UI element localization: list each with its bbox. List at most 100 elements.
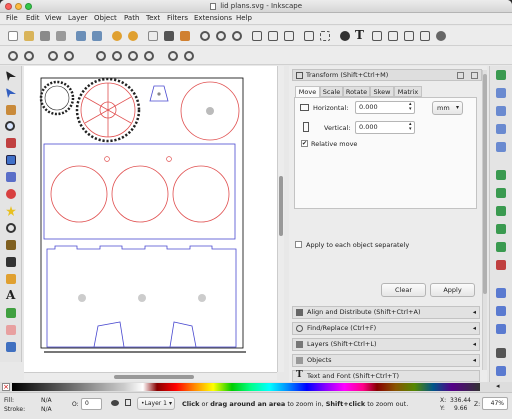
new-document-icon[interactable] [8,31,18,41]
close-window-button[interactable] [5,3,12,10]
snap-paths-icon[interactable] [496,188,506,198]
zoom-in-icon[interactable] [8,51,18,61]
panel-layers[interactable]: Layers (Shift+Ctrl+L) ◂ [292,338,480,351]
canvas-vertical-scrollbar[interactable] [277,66,284,372]
paste-icon[interactable] [180,31,190,41]
snap-bbox-corner-icon[interactable] [496,124,506,134]
tab-scale[interactable]: Scale [320,86,343,97]
dock-scroll-thumb[interactable] [483,74,487,294]
lock-icon[interactable] [125,399,131,406]
horizontal-field[interactable]: 0.000 [355,101,415,114]
rectangle-tool-icon[interactable] [6,155,16,165]
zoom-1-1-icon[interactable] [48,51,58,61]
menu-help[interactable]: Help [236,14,252,22]
clone-icon[interactable] [268,31,278,41]
visibility-eye-icon[interactable] [111,400,119,406]
document-properties-icon[interactable] [436,31,446,41]
snap-intersections-icon[interactable] [496,206,506,216]
print-icon[interactable] [56,31,66,41]
no-paint-swatch[interactable]: × [2,383,10,391]
iconify-icon[interactable] [457,72,464,79]
snap-cusp-icon[interactable] [496,224,506,234]
snap-smooth-icon[interactable] [496,242,506,252]
panel-text-font[interactable]: T Text and Font (Shift+Ctrl+T) [292,370,480,382]
panel-find-replace[interactable]: Find/Replace (Ctrl+F) ◂ [292,322,480,335]
snap-rotation-center-icon[interactable] [496,306,506,316]
tweak-tool-icon[interactable] [6,105,16,115]
tab-skew[interactable]: Skew [370,86,394,97]
import-icon[interactable] [76,31,86,41]
transform-header[interactable]: Transform (Shift+Ctrl+M) [292,69,482,81]
clear-button[interactable]: Clear [381,283,426,297]
zoom-page-icon[interactable] [232,31,242,41]
snap-page-border-icon[interactable] [496,348,506,358]
zoom-out-icon[interactable] [24,51,34,61]
pen-tool-icon[interactable] [6,257,16,267]
tab-matrix[interactable]: Matrix [394,86,422,97]
relative-move-checkbox[interactable]: ✔ [301,140,308,147]
menu-file[interactable]: File [6,14,18,22]
measure-tool-icon[interactable] [6,138,16,148]
snap-midpoints-icon[interactable] [496,260,506,270]
zoom-1-2-icon[interactable] [64,51,74,61]
opacity-field[interactable]: 0 [81,398,102,410]
group-icon[interactable] [304,31,314,41]
menu-view[interactable]: View [45,14,62,22]
zoom-next-icon[interactable] [184,51,194,61]
zoom-selection-icon[interactable] [200,31,210,41]
menu-edit[interactable]: Edit [26,14,40,22]
snap-toggle-icon[interactable] [496,70,506,80]
align-icon[interactable] [404,31,414,41]
selector-tool-icon[interactable] [6,71,16,81]
zoom-tool-icon[interactable] [5,121,15,131]
ellipse-tool-icon[interactable] [6,189,16,199]
horizontal-stepper-icon[interactable]: ▴ ▾ [409,102,412,112]
palette-swatches[interactable] [12,383,480,391]
menu-path[interactable]: Path [124,14,139,22]
stroke-value[interactable]: N/A [41,406,52,413]
zoom-drawing-tool-icon[interactable] [112,51,122,61]
apply-button[interactable]: Apply [430,283,475,297]
star-tool-icon[interactable] [6,206,16,216]
zoom-drawing-icon[interactable] [216,31,226,41]
open-folder-icon[interactable] [24,31,34,41]
menu-filters[interactable]: Filters [167,14,188,22]
drawing-canvas[interactable] [24,66,277,372]
fill-stroke-icon[interactable] [340,31,350,41]
snap-grid-icon[interactable] [496,366,506,376]
zoom-field[interactable]: 47% [482,397,508,410]
ungroup-icon[interactable] [320,31,330,41]
zoom-window-button[interactable] [25,3,32,10]
text-font-icon[interactable]: T [355,28,364,42]
undo-icon[interactable] [112,31,122,41]
cut-icon[interactable] [164,31,174,41]
duplicate-object-icon[interactable] [252,31,262,41]
scroll-thumb[interactable] [279,176,283,236]
snap-nodes-icon[interactable] [496,170,506,180]
vertical-stepper-icon[interactable]: ▴ ▾ [409,122,412,132]
spray-tool-icon[interactable] [6,308,16,318]
menu-layer[interactable]: Layer [68,14,88,22]
minimize-window-button[interactable] [15,3,22,10]
spiral-tool-icon[interactable] [6,223,16,233]
layers-icon[interactable] [388,31,398,41]
zoom-previous-icon[interactable] [168,51,178,61]
snap-centers-icon[interactable] [496,288,506,298]
menu-object[interactable]: Object [94,14,117,22]
calligraphy-tool-icon[interactable] [6,274,16,284]
unlink-clone-icon[interactable] [284,31,294,41]
hscroll-thumb[interactable] [114,375,194,379]
panel-objects[interactable]: Objects ◂ [292,354,480,367]
export-icon[interactable] [92,31,102,41]
text-tool-icon[interactable]: A [6,288,15,302]
zoom-page-tool-icon[interactable] [128,51,138,61]
zoom-page-width-icon[interactable] [144,51,154,61]
close-panel-icon[interactable] [471,72,478,79]
redo-icon[interactable] [128,31,138,41]
apply-each-checkbox[interactable] [295,241,302,248]
snap-bbox-midpoint-icon[interactable] [496,142,506,152]
zoom-selection-tool-icon[interactable] [96,51,106,61]
palette-menu-icon[interactable]: ◂ [496,382,500,390]
xml-editor-icon[interactable] [372,31,382,41]
menu-text[interactable]: Text [146,14,160,22]
